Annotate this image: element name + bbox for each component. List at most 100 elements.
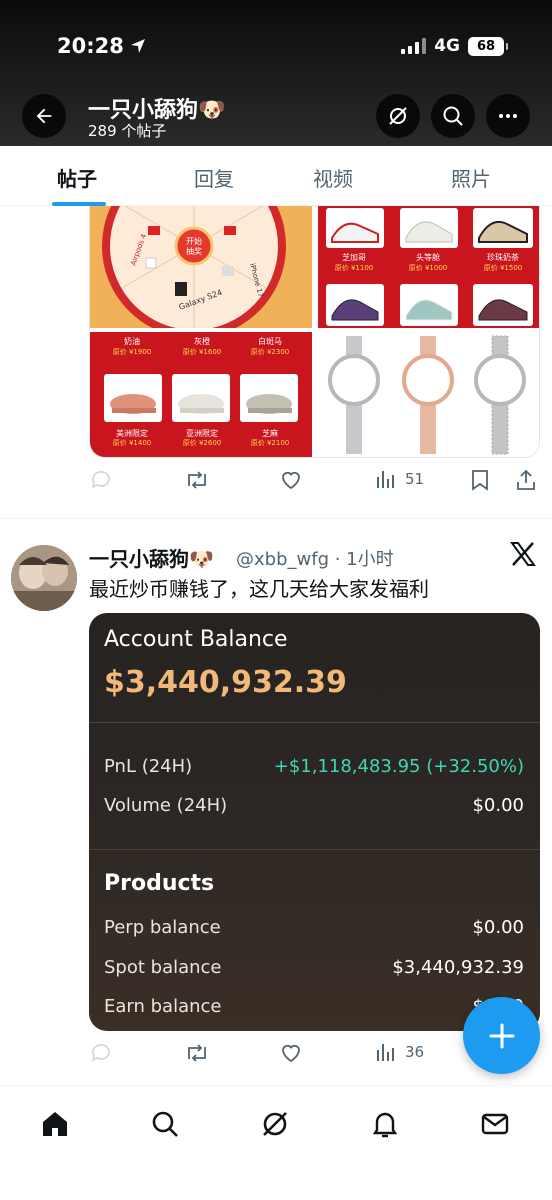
shoe-price: 原价 ¥1600 <box>182 348 222 356</box>
reply-icon <box>91 471 110 489</box>
heart-icon <box>282 1044 300 1063</box>
views-icon <box>377 471 394 488</box>
shoe-name: 奶油 <box>124 337 140 346</box>
shoe-price: 原价 ¥2600 <box>182 439 222 447</box>
shoe-image <box>240 374 298 422</box>
views-count: 51 <box>405 470 425 488</box>
tab-replies[interactable]: 回复 <box>194 163 234 192</box>
views-button[interactable]: 36 <box>375 1041 424 1063</box>
reply-button[interactable] <box>89 1041 113 1065</box>
shoe-image <box>400 208 458 248</box>
nav-messages[interactable] <box>475 1104 515 1144</box>
shoe-price: 原价 ¥1900 <box>112 348 152 356</box>
battery-level: 68 <box>476 38 496 54</box>
tab-videos[interactable]: 视频 <box>313 163 353 192</box>
share-button[interactable] <box>515 468 537 492</box>
bell-icon <box>372 1112 398 1138</box>
account-balance-card[interactable]: Account Balance $3,440,932.39 PnL (24H) … <box>89 613 540 1031</box>
shoe-name: 白斑马 <box>258 337 282 346</box>
shoe-image <box>104 374 162 422</box>
perp-balance-value: $0.00 <box>472 917 524 938</box>
shoe-name: 珍珠奶茶 <box>487 253 519 262</box>
post-actions: 51 <box>89 468 539 498</box>
repost-icon <box>188 1044 206 1062</box>
heart-icon <box>282 471 300 490</box>
watch-image[interactable] <box>318 332 539 457</box>
total-balance: $3,440,932.39 <box>104 665 347 700</box>
bottom-navigation <box>0 1085 552 1200</box>
shoe-name: 头等舱 <box>416 253 440 262</box>
svg-text:抽奖: 抽奖 <box>186 246 202 256</box>
mail-icon <box>481 1113 509 1135</box>
shoe-price: 原价 ¥2100 <box>250 439 290 447</box>
like-button[interactable] <box>279 1041 303 1065</box>
back-button[interactable] <box>22 94 66 138</box>
search-icon <box>152 1111 178 1137</box>
shoe-name: 芝加哥 <box>342 253 366 262</box>
perp-balance-label: Perp balance <box>104 917 221 938</box>
status-time: 20:28 <box>57 34 146 58</box>
nav-grok[interactable] <box>255 1104 295 1144</box>
views-button[interactable]: 51 <box>375 468 424 490</box>
shoe-price: 原价 ¥2300 <box>250 348 290 356</box>
pnl-label: PnL (24H) <box>104 756 193 777</box>
nav-search[interactable] <box>145 1104 185 1144</box>
more-icon <box>499 114 517 118</box>
shoe-name: 灰橙 <box>194 337 210 346</box>
watch-graphic <box>328 335 526 455</box>
views-icon <box>377 1044 394 1061</box>
shoe-image <box>473 284 533 326</box>
card-title: Account Balance <box>104 627 288 652</box>
post-text: 最近炒币赚钱了，这几天给大家发福利 <box>89 577 429 601</box>
grok-button[interactable] <box>376 94 420 138</box>
post-media-grid[interactable]: 开始 抽奖 Airpods 4 Galaxy S24 iPhone 17 奶油 … <box>89 206 540 458</box>
search-button[interactable] <box>431 94 475 138</box>
post-author-name[interactable]: 一只小舔狗🐶 <box>89 543 214 572</box>
avatar-image <box>11 545 77 611</box>
signal-icon <box>401 38 427 54</box>
shoe-image <box>172 374 230 422</box>
profile-tabs: 帖子 回复 视频 照片 <box>0 146 552 206</box>
status-time-text: 20:28 <box>57 34 124 58</box>
shoe-panel-right[interactable]: 芝加哥 原价 ¥1100 头等舱 原价 ¥1000 珍珠奶茶 原价 ¥1500 <box>318 206 539 328</box>
views-count: 36 <box>405 1043 425 1061</box>
earn-balance-label: Earn balance <box>104 996 222 1017</box>
location-arrow-icon <box>130 39 145 53</box>
repost-button[interactable] <box>184 468 210 492</box>
more-button[interactable] <box>486 94 530 138</box>
shoe-image <box>473 208 533 248</box>
bookmark-icon <box>472 470 488 491</box>
volume-label: Volume (24H) <box>104 795 228 816</box>
lottery-wheel-graphic: 开始 抽奖 Airpods 4 Galaxy S24 iPhone 17 <box>90 206 312 328</box>
search-icon <box>443 106 463 126</box>
products-title: Products <box>104 871 215 896</box>
lottery-wheel-image[interactable]: 开始 抽奖 Airpods 4 Galaxy S24 iPhone 17 <box>90 206 312 328</box>
reply-button[interactable] <box>89 468 113 492</box>
nav-notifications[interactable] <box>365 1104 405 1144</box>
reply-icon <box>91 1044 110 1062</box>
tab-photos[interactable]: 照片 <box>451 163 491 192</box>
volume-value: $0.00 <box>472 795 524 816</box>
post-divider <box>0 518 552 519</box>
tab-posts[interactable]: 帖子 <box>57 163 97 192</box>
repost-icon <box>188 471 206 489</box>
like-button[interactable] <box>279 468 303 492</box>
nav-home[interactable] <box>35 1104 75 1144</box>
shoe-price: 原价 ¥1000 <box>408 264 448 272</box>
avatar[interactable] <box>11 545 77 611</box>
shoe-image <box>326 284 384 326</box>
compose-button[interactable] <box>463 997 540 1074</box>
post-count: 289 个帖子 <box>88 122 167 140</box>
shoe-image <box>400 284 458 326</box>
svg-text:开始: 开始 <box>186 236 202 246</box>
share-icon <box>517 469 535 490</box>
grok-icon <box>389 107 407 125</box>
spot-balance-label: Spot balance <box>104 957 222 978</box>
repost-button[interactable] <box>184 1041 210 1065</box>
bookmark-button[interactable] <box>469 468 491 492</box>
shoe-price: 原价 ¥1500 <box>483 264 523 272</box>
post-handle-time[interactable]: @xbb_wfg · 1小时 <box>236 545 394 571</box>
spot-balance-value: $3,440,932.39 <box>392 957 524 978</box>
shoe-panel-left[interactable]: 奶油 原价 ¥1900 灰橙 原价 ¥1600 白斑马 原价 ¥2300 美洲限… <box>90 332 312 457</box>
pnl-value: +$1,118,483.95 (+32.50%) <box>273 756 524 777</box>
